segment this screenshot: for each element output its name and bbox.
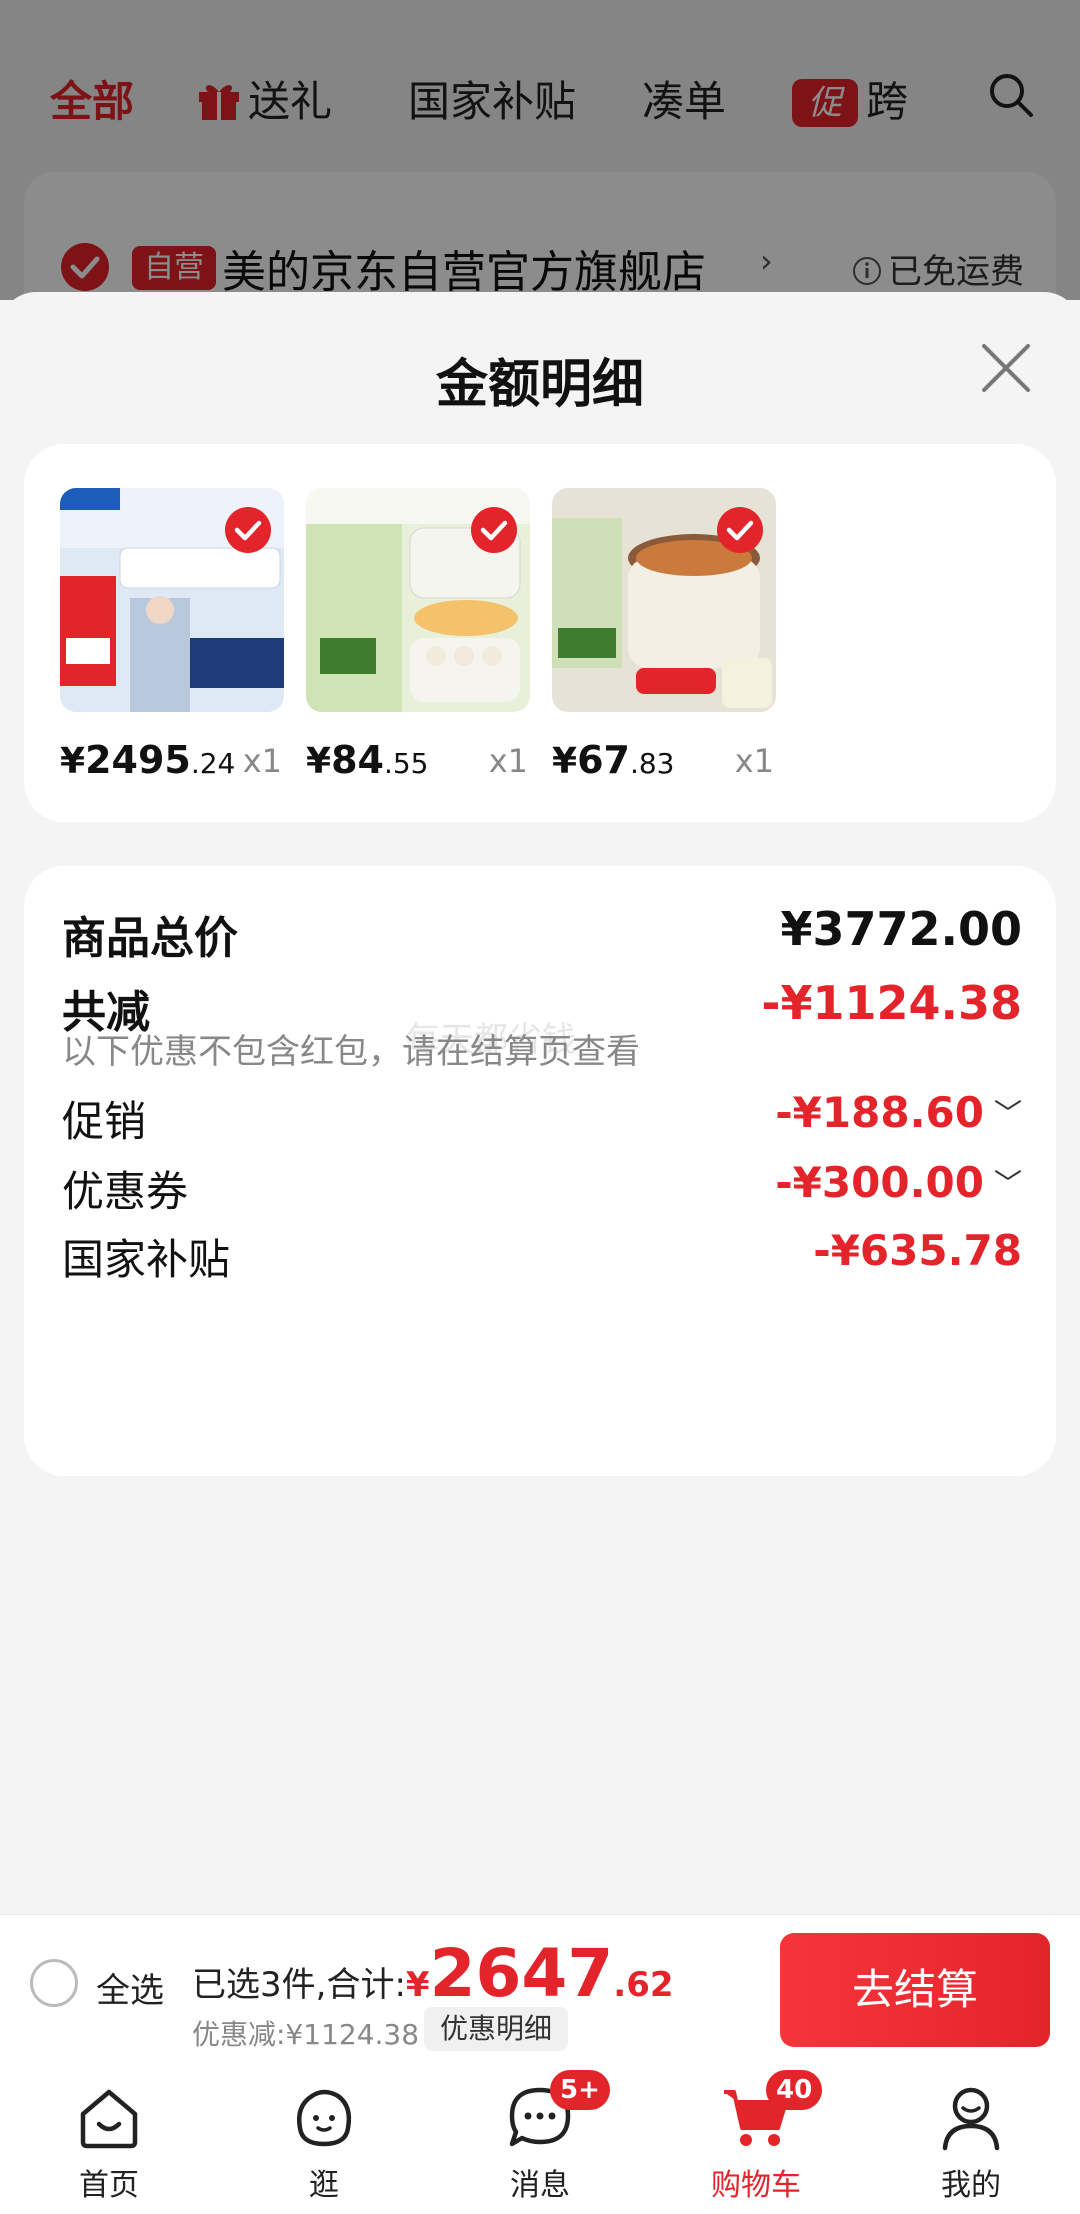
selected-products-card: ¥2495.24 x1 ¥84.55 x1 ¥67.83 x1 bbox=[24, 444, 1056, 822]
national-subsidy-label: 国家补贴 bbox=[62, 1235, 231, 1284]
cart-icon-wrap: 40 bbox=[720, 2070, 823, 2154]
coupon-value: -¥300.00 ﹀ bbox=[775, 1158, 1022, 1207]
chevron-down-icon: ﹀ bbox=[993, 1167, 1022, 1200]
nav-item-browse[interactable]: 逛 bbox=[249, 2082, 399, 2204]
product-quantity: x1 bbox=[734, 742, 774, 780]
home-icon bbox=[80, 2089, 138, 2149]
select-all-label[interactable]: 全选 bbox=[96, 1963, 164, 2012]
selected-count-label: 已选3件,合计: bbox=[192, 1965, 406, 2005]
message-badge: 5+ bbox=[550, 2070, 610, 2110]
product-item[interactable]: ¥67.83 x1 bbox=[552, 488, 778, 792]
checkout-button[interactable]: 去结算 bbox=[780, 1933, 1050, 2047]
cart-total: 已选3件,合计:¥2647.62 bbox=[192, 1935, 674, 2012]
nav-item-profile[interactable]: 我的 bbox=[896, 2082, 1046, 2204]
coupon-row[interactable]: 优惠券 -¥300.00 ﹀ bbox=[62, 1158, 1022, 1228]
selected-check-icon bbox=[471, 507, 517, 553]
nav-label: 我的 bbox=[941, 2168, 1001, 2203]
total-price-row: 商品总价 ¥3772.00 bbox=[62, 902, 1022, 972]
saved-amount: 优惠减:¥1124.38 bbox=[192, 2018, 420, 2051]
chevron-down-icon: ﹀ bbox=[993, 1097, 1022, 1130]
product-price: ¥2495.24 bbox=[60, 738, 236, 782]
message-icon-wrap: 5+ bbox=[504, 2070, 610, 2154]
product-item[interactable]: ¥84.55 x1 bbox=[306, 488, 532, 792]
national-subsidy-value: -¥635.78 bbox=[813, 1226, 1022, 1275]
select-all-radio[interactable] bbox=[30, 1959, 78, 2007]
promotion-label: 促销 bbox=[62, 1097, 147, 1146]
checkout-bar: 全选 已选3件,合计:¥2647.62 优惠减:¥1124.38 优惠明细 去结… bbox=[0, 1914, 1080, 2064]
selected-check-icon bbox=[225, 507, 271, 553]
nav-label: 首页 bbox=[79, 2168, 139, 2203]
profile-icon bbox=[942, 2087, 1000, 2151]
cart-badge: 40 bbox=[766, 2070, 823, 2110]
discount-detail-button[interactable]: 优惠明细 bbox=[424, 2007, 569, 2051]
bottom-navigation: 首页 逛 5+ 消息 40 购物车 我的 bbox=[0, 2064, 1080, 2214]
product-price: ¥67.83 bbox=[552, 738, 675, 782]
product-thumbnail bbox=[552, 488, 776, 712]
browse-icon bbox=[297, 2089, 352, 2147]
nav-item-messages[interactable]: 5+ 消息 bbox=[465, 2070, 615, 2204]
product-quantity: x1 bbox=[242, 742, 282, 780]
product-quantity: x1 bbox=[488, 742, 528, 780]
nav-label: 逛 bbox=[309, 2168, 339, 2203]
amount-detail-sheet: 金额明细 ¥2495.24 x1 ¥84.55 x1 ¥67.83 x1 每天都… bbox=[0, 292, 1080, 1914]
sheet-title: 金额明细 bbox=[435, 355, 644, 415]
total-reduction-value: -¥1124.38 bbox=[761, 976, 1022, 1030]
discount-note: 以下优惠不包含红包，请在结算页查看 bbox=[62, 1032, 640, 1072]
promotion-row[interactable]: 促销 -¥188.60 ﹀ bbox=[62, 1088, 1022, 1158]
nav-item-cart[interactable]: 40 购物车 bbox=[681, 2070, 831, 2204]
total-price-value: ¥3772.00 bbox=[780, 902, 1022, 956]
product-item[interactable]: ¥2495.24 x1 bbox=[60, 488, 286, 792]
price-summary-card: 每天都省钱 商品总价 ¥3772.00 共减 -¥1124.38 以下优惠不包含… bbox=[24, 866, 1056, 1476]
promotion-value: -¥188.60 ﹀ bbox=[775, 1088, 1022, 1137]
national-subsidy-row: 国家补贴 -¥635.78 bbox=[62, 1226, 1022, 1296]
product-thumbnail bbox=[60, 488, 284, 712]
close-icon[interactable] bbox=[978, 340, 1034, 396]
selected-check-icon bbox=[717, 507, 763, 553]
nav-item-home[interactable]: 首页 bbox=[34, 2082, 184, 2204]
total-price-label: 商品总价 bbox=[62, 913, 238, 964]
nav-label: 消息 bbox=[510, 2168, 570, 2203]
coupon-label: 优惠券 bbox=[62, 1167, 189, 1216]
modal-overlay[interactable] bbox=[0, 0, 1080, 300]
product-price: ¥84.55 bbox=[306, 738, 429, 782]
nav-label: 购物车 bbox=[711, 2168, 801, 2203]
total-amount: 2647 bbox=[429, 1935, 614, 2012]
product-thumbnail bbox=[306, 488, 530, 712]
